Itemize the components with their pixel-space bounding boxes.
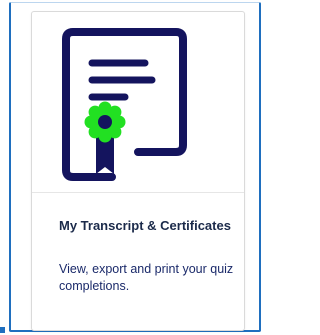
card-description: View, export and print your quiz complet…: [59, 262, 234, 293]
card-divider: [32, 192, 244, 193]
page: My Transcript & Certificates View, expor…: [0, 0, 264, 335]
certificate-icon: [62, 28, 187, 181]
corner-marker: [0, 327, 5, 333]
card-title: My Transcript & Certificates: [59, 218, 231, 233]
transcript-certificates-card[interactable]: My Transcript & Certificates View, expor…: [31, 11, 245, 331]
